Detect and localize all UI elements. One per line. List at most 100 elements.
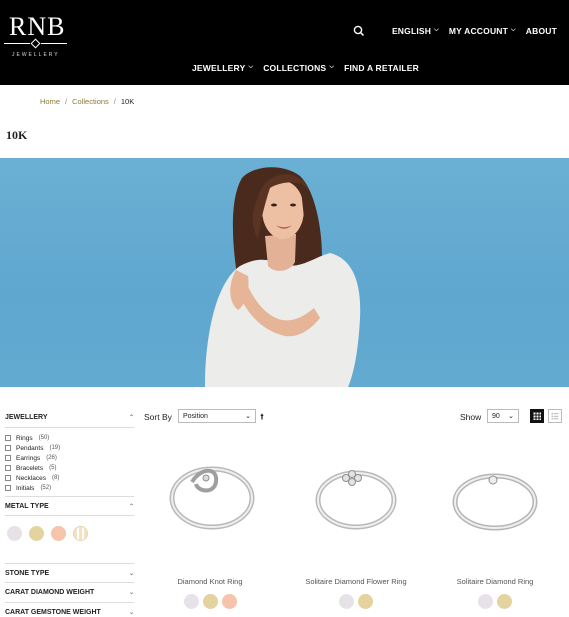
brand-logo[interactable]: RNB JEWELLERY: [4, 12, 67, 60]
nav-collections-label: COLLECTIONS: [263, 63, 327, 73]
filter-sidebar: JEWELLERY ⌃ Rings (50) Pendants (19) Ear…: [5, 408, 134, 617]
logo-line-right: [41, 43, 67, 44]
nav-find-retailer-label: FIND A RETAILER: [344, 63, 419, 73]
product-swatches: [140, 594, 280, 609]
filter-option-label: Rings: [16, 434, 33, 442]
filter-carat-diamond-header[interactable]: CARAT DIAMOND WEIGHT ⌄: [5, 583, 134, 603]
product-image[interactable]: [140, 438, 280, 562]
product-swatches: [286, 594, 426, 609]
filter-option-label: Initials: [16, 484, 35, 492]
product-name[interactable]: Diamond Knot Ring: [140, 577, 280, 586]
nav-jewellery[interactable]: JEWELLERY ⌵: [192, 63, 253, 73]
filter-metal-type-header[interactable]: METAL TYPE ⌃: [5, 496, 134, 516]
checkbox[interactable]: [5, 435, 11, 441]
metal-swatch-multi[interactable]: [73, 526, 88, 541]
sort-select[interactable]: Position ⌄: [178, 409, 256, 423]
filter-option-necklaces[interactable]: Necklaces (8): [5, 473, 134, 483]
filter-carat-gemstone-header[interactable]: CARAT GEMSTONE WEIGHT ⌄: [5, 603, 134, 617]
filter-option-bracelets[interactable]: Bracelets (5): [5, 463, 134, 473]
nav-jewellery-label: JEWELLERY: [192, 63, 246, 73]
swatch-white[interactable]: [183, 594, 199, 609]
product-name[interactable]: Solitaire Diamond Ring: [425, 577, 565, 586]
about-link[interactable]: ABOUT: [526, 26, 557, 36]
logo-subtitle: JEWELLERY: [12, 52, 60, 58]
chevron-up-icon: ⌃: [128, 503, 134, 510]
chevron-down-icon: ⌄: [128, 570, 134, 577]
breadcrumb-home[interactable]: Home: [40, 97, 60, 106]
grid-view-icon[interactable]: [530, 409, 544, 423]
swatch-yellow[interactable]: [202, 594, 218, 609]
hero-banner: [0, 158, 569, 387]
filter-option-count: (5): [49, 465, 57, 471]
filter-option-label: Earrings: [16, 454, 41, 462]
language-label: ENGLISH: [391, 26, 432, 36]
chevron-down-icon: ⌵: [434, 26, 439, 33]
product-name[interactable]: Solitaire Diamond Flower Ring: [286, 577, 426, 586]
filter-option-rings[interactable]: Rings (50): [5, 433, 134, 443]
breadcrumb: Home / Collections / 10K: [40, 97, 134, 106]
search-icon[interactable]: [352, 24, 366, 38]
logo-text: RNB: [9, 12, 66, 41]
filter-title: STONE TYPE: [5, 569, 50, 577]
chevron-down-icon: ⌵: [248, 63, 254, 70]
breadcrumb-current: 10K: [120, 97, 135, 106]
my-account-menu[interactable]: MY ACCOUNT ⌵: [449, 26, 516, 36]
about-label: ABOUT: [525, 26, 557, 36]
language-menu[interactable]: ENGLISH ⌵: [392, 26, 439, 36]
swatch-yellow[interactable]: [497, 594, 512, 609]
checkbox[interactable]: [5, 455, 11, 461]
checkbox[interactable]: [5, 485, 11, 491]
swatch-white[interactable]: [478, 594, 493, 609]
page-title: 10K: [6, 128, 28, 142]
logo-line-left: [4, 43, 30, 44]
swatch-white[interactable]: [339, 594, 354, 609]
breadcrumb-separator: /: [65, 97, 68, 106]
hero-model-image: [205, 167, 361, 387]
product-image[interactable]: [286, 438, 426, 562]
list-view-icon[interactable]: [548, 409, 562, 423]
filter-option-count: (26): [46, 455, 57, 461]
show-label: Show: [460, 412, 482, 422]
filter-title: METAL TYPE: [5, 502, 49, 510]
show-select[interactable]: 90 ⌄: [487, 409, 519, 423]
filter-title: CARAT GEMSTONE WEIGHT: [5, 609, 101, 616]
filter-title: CARAT DIAMOND WEIGHT: [5, 589, 95, 596]
chevron-down-icon: ⌄: [128, 590, 134, 596]
metal-swatch-yellow[interactable]: [29, 526, 44, 541]
filter-option-count: (19): [49, 445, 61, 451]
filter-option-label: Necklaces: [16, 474, 46, 482]
product-image[interactable]: [425, 438, 565, 562]
filter-title: JEWELLERY: [5, 414, 48, 421]
sort-direction-icon[interactable]: 🠙: [260, 411, 264, 425]
filter-jewellery-header[interactable]: JEWELLERY ⌃: [5, 408, 134, 428]
chevron-down-icon: ⌄: [508, 413, 514, 420]
chevron-down-icon: ⌵: [511, 26, 516, 33]
sort-label: Sort By: [144, 412, 172, 422]
breadcrumb-separator: /: [113, 97, 116, 106]
filter-option-initials[interactable]: Initials (52): [5, 483, 134, 493]
metal-swatch-white[interactable]: [7, 526, 22, 541]
main-nav: JEWELLERY ⌵ COLLECTIONS ⌵ FIND A RETAILE…: [192, 63, 429, 73]
filter-option-label: Pendants: [16, 444, 44, 452]
show-value: 90: [492, 412, 500, 420]
sort-value: Position: [183, 412, 208, 420]
filter-option-pendants[interactable]: Pendants (19): [5, 443, 134, 453]
filter-stone-type-header[interactable]: STONE TYPE ⌄: [5, 563, 134, 583]
checkbox[interactable]: [5, 475, 11, 481]
filter-option-label: Bracelets: [16, 464, 44, 472]
product-toolbar: Sort By Position ⌄ 🠙 Show 90 ⌄: [144, 409, 562, 425]
chevron-up-icon: ⌃: [128, 415, 134, 421]
checkbox[interactable]: [5, 465, 11, 471]
product-swatches: [425, 594, 565, 609]
swatch-rose[interactable]: [221, 594, 237, 609]
top-nav: ENGLISH ⌵ MY ACCOUNT ⌵ ABOUT: [352, 24, 557, 38]
chevron-down-icon: ⌄: [128, 610, 134, 616]
filter-option-count: (50): [38, 435, 50, 441]
filter-option-earrings[interactable]: Earrings (26): [5, 453, 134, 463]
metal-swatch-rose[interactable]: [51, 526, 66, 541]
checkbox[interactable]: [5, 445, 11, 451]
nav-find-retailer[interactable]: FIND A RETAILER: [344, 63, 419, 73]
breadcrumb-collections[interactable]: Collections: [72, 97, 109, 106]
swatch-yellow[interactable]: [358, 594, 373, 609]
nav-collections[interactable]: COLLECTIONS ⌵: [263, 63, 334, 73]
